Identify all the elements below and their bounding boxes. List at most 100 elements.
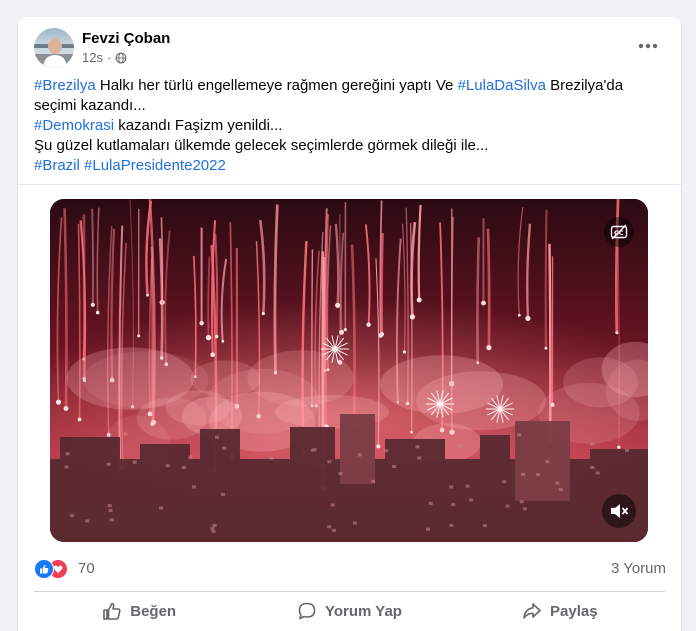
building-window: [159, 506, 163, 510]
video-player[interactable]: CC: [50, 199, 648, 542]
building-window: [545, 460, 550, 464]
comment-bubble-icon: [298, 602, 316, 620]
smoke-cloud: [83, 351, 209, 409]
building-window: [123, 432, 128, 436]
building-window: [522, 507, 527, 511]
firework-spark: [380, 332, 384, 337]
share-arrow-icon: [523, 603, 541, 619]
building-window: [352, 521, 357, 525]
building-window: [384, 449, 389, 453]
firework-spark: [617, 445, 621, 449]
firework-spark: [416, 297, 422, 303]
building-window: [555, 481, 560, 485]
building-window: [338, 472, 343, 475]
hashtag-link[interactable]: #Brazil: [34, 157, 80, 174]
meta-separator: ·: [106, 50, 112, 65]
firework-spark: [199, 321, 204, 326]
post-time[interactable]: 12s: [82, 50, 103, 65]
building-window: [222, 446, 227, 450]
firework-spark: [517, 313, 521, 317]
firework-spark: [343, 328, 347, 332]
comment-count[interactable]: 3 Yorum: [611, 560, 666, 577]
smoke-cloud: [247, 350, 354, 406]
building-window: [482, 524, 487, 528]
building-window: [625, 448, 629, 452]
building-window: [469, 498, 474, 502]
building-window: [310, 448, 315, 452]
more-options-button[interactable]: [632, 32, 664, 60]
building-window: [109, 518, 114, 522]
building-window: [327, 460, 332, 464]
post-header: Fevzi Çoban 12s ·: [34, 28, 664, 68]
post-line-3: Şu güzel kutlamaları ülkemde gelecek seç…: [34, 137, 489, 154]
firework-spark: [146, 293, 149, 297]
building-window: [457, 444, 462, 448]
firework-spark: [210, 352, 215, 357]
building-window: [451, 503, 456, 507]
building-window: [85, 519, 90, 523]
building-window: [465, 484, 470, 488]
hashtag-link[interactable]: #LulaDaSilva: [458, 77, 546, 94]
author-name[interactable]: Fevzi Çoban: [82, 30, 170, 47]
post-meta: 12s ·: [82, 50, 127, 65]
building-window: [519, 500, 524, 504]
share-button[interactable]: Paylaş: [455, 595, 665, 627]
building-window: [106, 462, 111, 466]
building-window: [165, 464, 170, 468]
building-window: [188, 455, 193, 459]
building-window: [415, 445, 420, 449]
firework-spark: [261, 311, 265, 316]
building-window: [505, 504, 510, 508]
building-window: [215, 435, 219, 439]
building-window: [212, 524, 217, 527]
hashtag-link[interactable]: #Brezilya: [34, 77, 96, 94]
post-line-2: #Demokrasi kazandı Faşizm yenildi...: [34, 116, 664, 136]
hashtag-link[interactable]: #LulaPresidente2022: [84, 157, 226, 174]
building-window: [595, 471, 600, 475]
firework-trail: [486, 228, 491, 348]
comment-button[interactable]: Yorum Yap: [244, 595, 454, 627]
volume-muted-icon: [611, 504, 629, 518]
firework-spark: [205, 334, 212, 341]
building-window: [590, 466, 595, 469]
share-button-label: Paylaş: [550, 602, 598, 620]
smoke-cloud: [563, 357, 638, 408]
firework-spark: [402, 350, 406, 354]
like-button[interactable]: Beğen: [34, 595, 244, 627]
building-window: [132, 460, 137, 464]
closed-captions-off-icon: CC: [610, 224, 628, 240]
firework-trail: [476, 237, 481, 363]
building-window: [449, 523, 454, 527]
mute-button[interactable]: [602, 494, 636, 528]
more-horizontal-icon: [638, 43, 658, 49]
firework-spark: [481, 300, 486, 306]
building-window: [428, 501, 433, 505]
post-card: Fevzi Çoban 12s · #Brezilya Halkı her tü…: [18, 17, 681, 631]
post-line-4: #Brazil #LulaPresidente2022: [34, 156, 664, 176]
firework-spark: [137, 334, 141, 338]
firework-spark: [55, 399, 62, 405]
building-window: [192, 485, 196, 489]
firework-trail: [91, 208, 94, 305]
firework-spark: [215, 334, 219, 339]
building-window: [107, 504, 112, 508]
firework-spark: [525, 315, 531, 321]
captions-button[interactable]: CC: [604, 217, 634, 247]
actions-divider: [34, 591, 665, 592]
building-window: [357, 453, 362, 457]
media-divider: [18, 184, 681, 185]
reaction-icons[interactable]: [34, 559, 68, 579]
comment-button-label: Yorum Yap: [325, 602, 402, 620]
post-text-fragment: Halkı her türlü engellemeye rağmen gereğ…: [95, 77, 458, 94]
building-window: [392, 465, 397, 468]
building-window: [210, 527, 215, 531]
building-window: [221, 492, 225, 496]
firework-spark: [95, 310, 100, 315]
reaction-count[interactable]: 70: [78, 560, 95, 577]
hashtag-link[interactable]: #Demokrasi: [34, 117, 114, 134]
author-avatar[interactable]: [34, 28, 74, 68]
firework-spark: [221, 339, 225, 343]
reactions-bar: 70 3 Yorum: [34, 557, 666, 581]
building-window: [330, 503, 335, 507]
building-window: [558, 488, 563, 491]
